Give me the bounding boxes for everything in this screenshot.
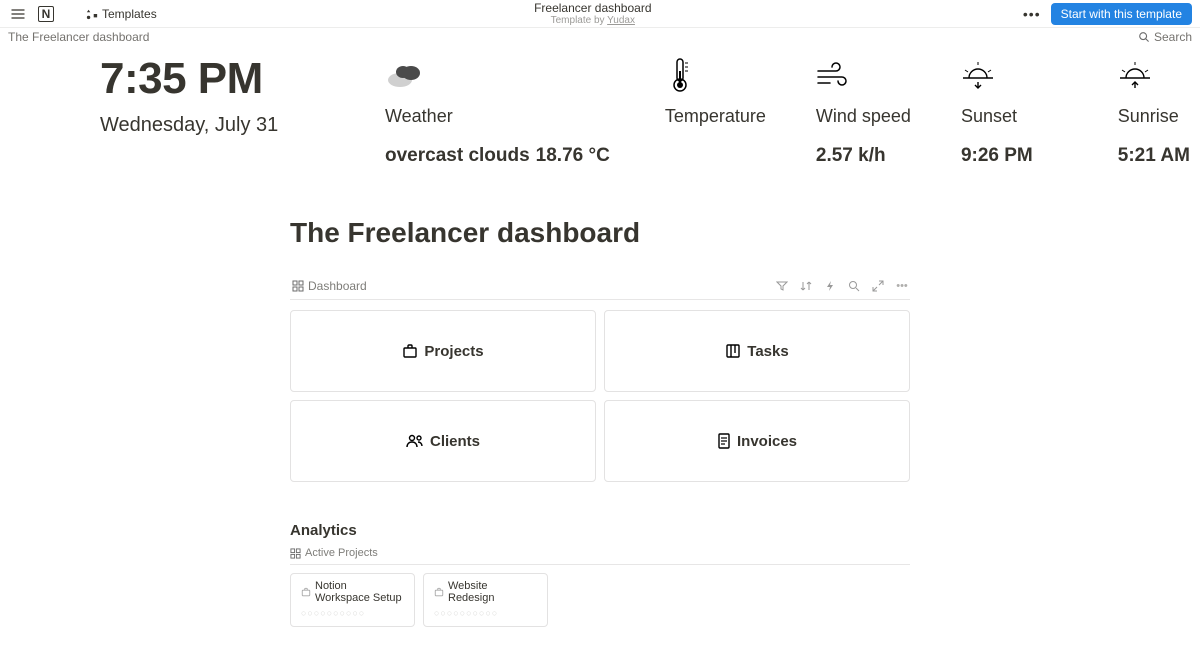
briefcase-icon [402,343,418,359]
briefcase-icon [301,587,311,597]
sunset-label: Sunset [961,106,1033,127]
more-icon[interactable]: ••• [1023,6,1041,22]
automation-icon[interactable] [824,280,836,292]
people-icon [406,433,424,449]
progress-bar: ○○○○○○○○○○ [434,608,537,618]
weather-label: Weather [385,106,610,127]
shapes-icon [86,8,98,20]
sort-icon[interactable] [800,280,812,292]
document-icon [717,433,731,449]
project-name: Website Redesign [448,580,537,604]
sunrise-icon [1118,54,1190,96]
clock-date: Wednesday, July 31 [100,114,385,137]
briefcase-icon [434,587,444,597]
analytics-title: Analytics [290,522,910,539]
author-link[interactable]: Yudax [607,15,635,26]
filter-icon[interactable] [776,280,788,292]
weather-value: overcast clouds [385,145,530,167]
clock-time: 7:35 PM [100,54,385,104]
tab-active-projects[interactable]: Active Projects [290,547,910,565]
page-subtitle: Template by Yudax [163,15,1023,26]
sunset-icon [961,54,1033,96]
sunrise-label: Sunrise [1118,106,1190,127]
expand-icon[interactable] [872,280,884,292]
temperature-value: 18.76 °C [536,145,610,167]
notion-logo[interactable]: N [36,4,56,24]
menu-icon[interactable] [8,4,28,24]
tab-dashboard[interactable]: Dashboard [292,279,367,293]
sunrise-value: 5:21 AM [1118,145,1190,167]
templates-link[interactable]: Templates [80,5,163,23]
thermometer-icon [665,54,766,96]
wind-label: Wind speed [816,106,911,127]
temperature-label: Temperature [665,106,766,127]
search-db-icon[interactable] [848,280,860,292]
card-projects[interactable]: Projects [290,310,596,392]
search-icon [1138,31,1150,43]
templates-label: Templates [102,7,157,21]
gallery-icon [290,548,301,559]
search-button[interactable]: Search [1138,30,1192,44]
card-invoices[interactable]: Invoices [604,400,910,482]
cloud-icon [385,54,610,96]
wind-icon [816,54,911,96]
card-clients[interactable]: Clients [290,400,596,482]
page-title: Freelancer dashboard [163,1,1023,15]
more-db-icon[interactable]: ••• [896,280,908,292]
project-name: Notion Workspace Setup [315,580,404,604]
card-tasks[interactable]: Tasks [604,310,910,392]
breadcrumb[interactable]: The Freelancer dashboard [8,30,149,44]
start-template-button[interactable]: Start with this template [1051,3,1192,25]
kanban-icon [725,343,741,359]
main-title: The Freelancer dashboard [290,217,910,249]
sunset-value: 9:26 PM [961,145,1033,167]
project-card[interactable]: Website Redesign ○○○○○○○○○○ [423,573,548,627]
project-card[interactable]: Notion Workspace Setup ○○○○○○○○○○ [290,573,415,627]
wind-value: 2.57 k/h [816,145,911,167]
gallery-icon [292,280,304,292]
progress-bar: ○○○○○○○○○○ [301,608,404,618]
